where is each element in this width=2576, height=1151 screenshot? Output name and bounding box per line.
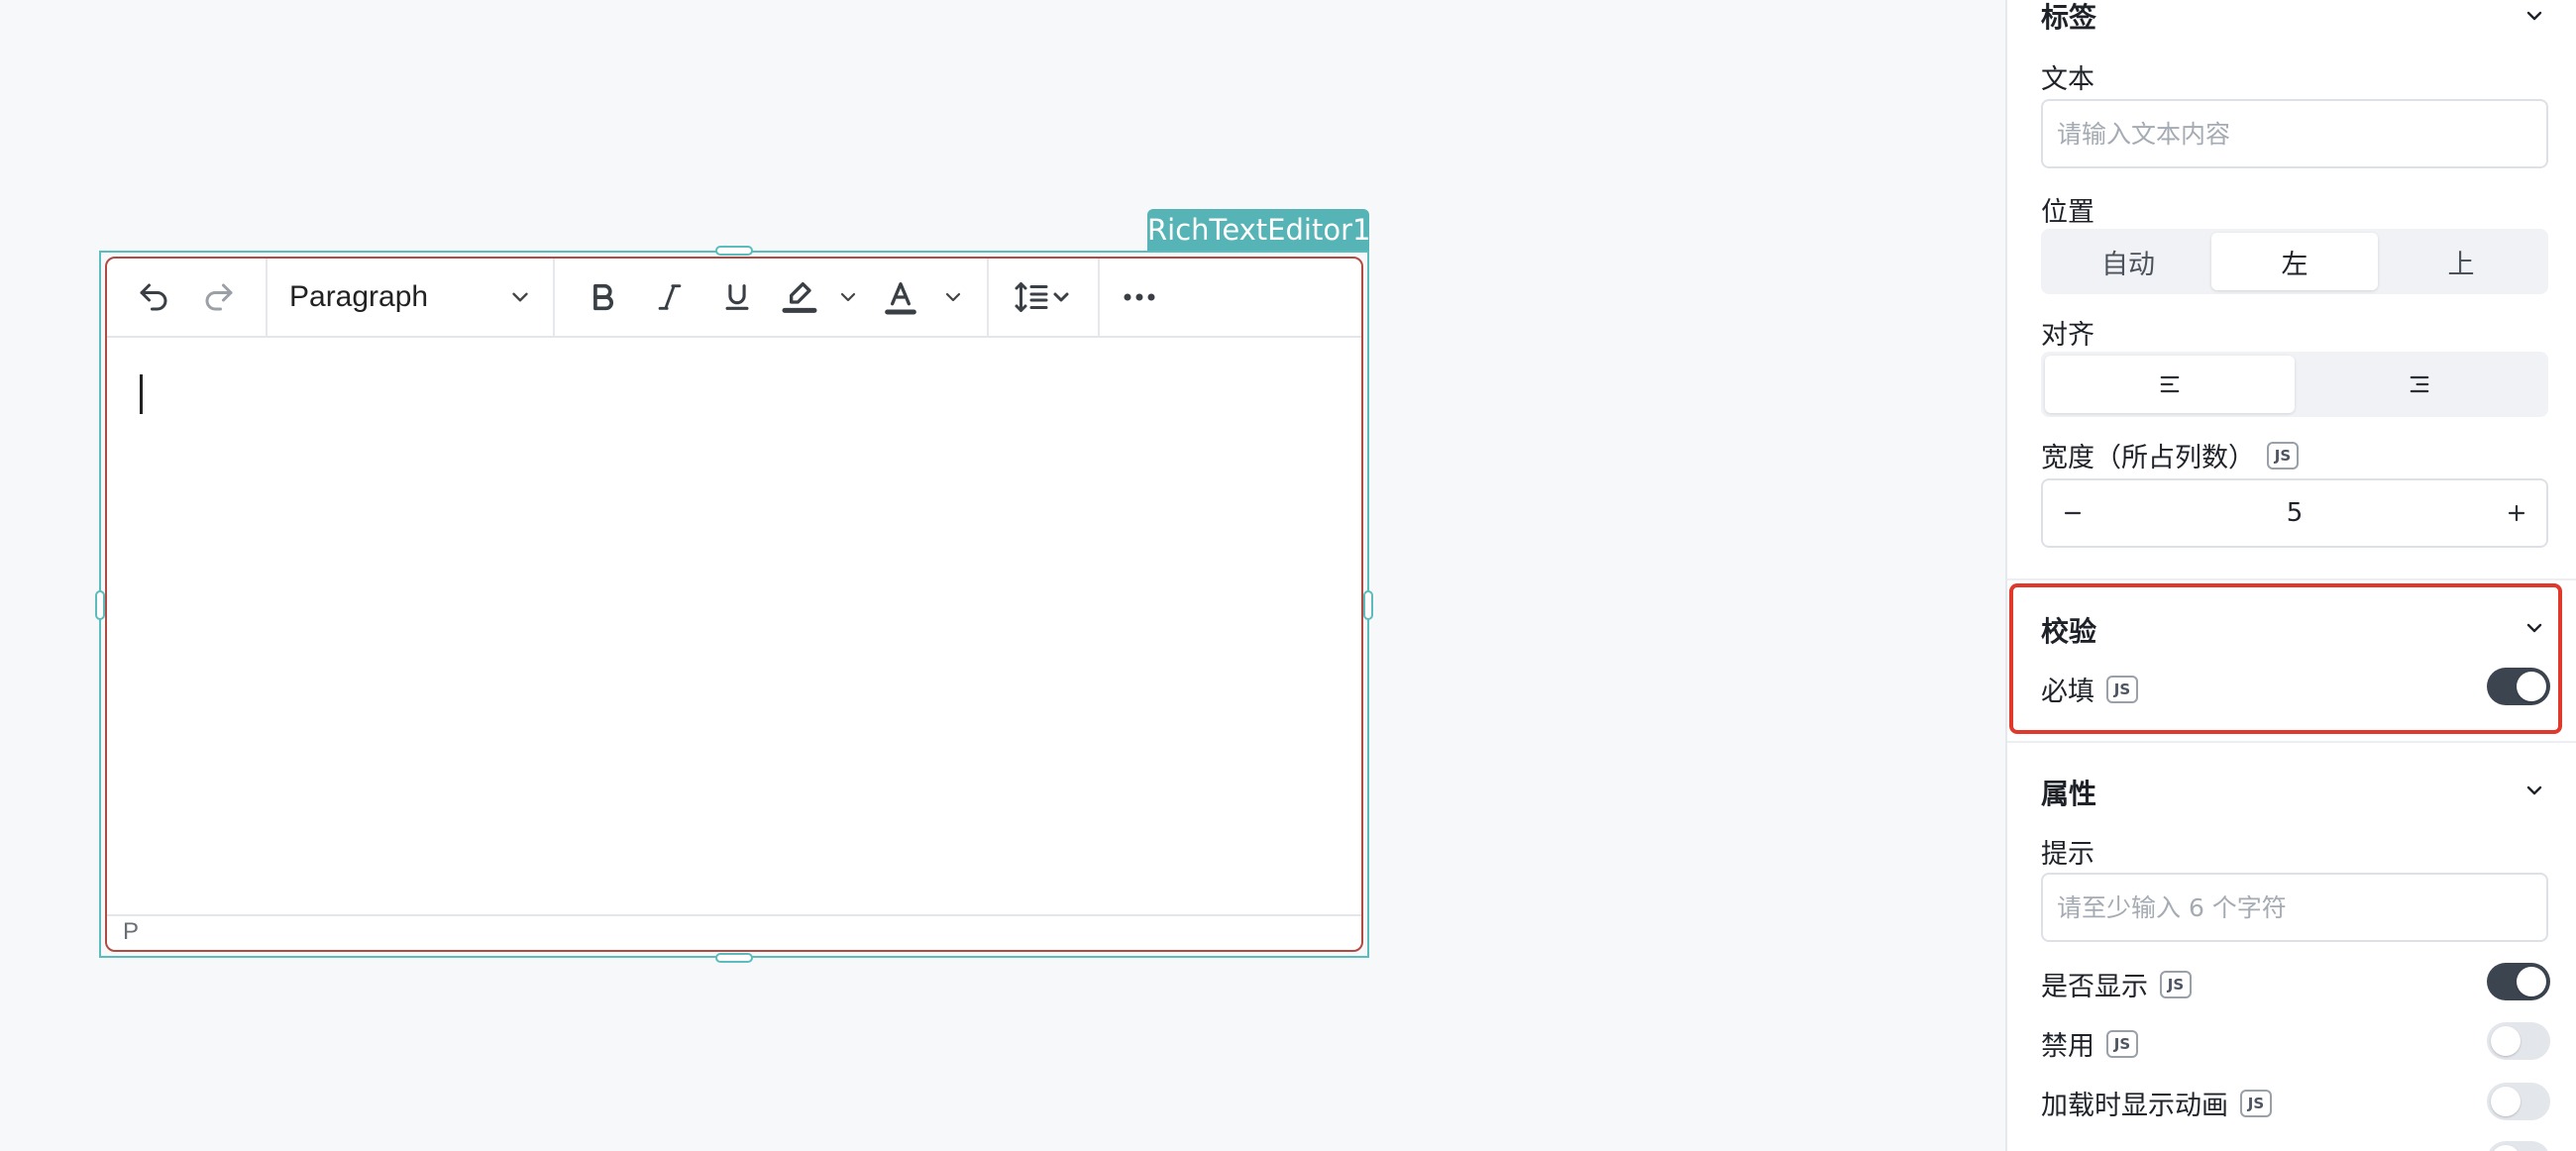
text-style-group xyxy=(555,259,989,337)
attributes-section-title[interactable]: 属性 xyxy=(2041,773,2096,812)
properties-panel: 标签 文本 位置 自动 左 上 对齐 宽度（所占列数） JS 5 校 xyxy=(2005,0,2576,1151)
text-color-button[interactable] xyxy=(868,269,933,325)
chevron-down-icon[interactable] xyxy=(2522,779,2546,802)
undo-button[interactable] xyxy=(121,269,186,325)
bold-button[interactable] xyxy=(569,269,636,325)
position-option-auto[interactable]: 自动 xyxy=(2045,233,2211,290)
block-format-select[interactable]: Paragraph xyxy=(281,269,539,325)
align-left-icon xyxy=(2160,375,2180,393)
resize-handle-bottom[interactable] xyxy=(715,953,753,963)
line-height-button[interactable] xyxy=(1003,269,1084,325)
visible-field-label: 是否显示 JS xyxy=(2041,965,2192,1003)
section-divider xyxy=(2007,741,2576,743)
rich-text-editor[interactable]: Paragraph P xyxy=(105,257,1363,952)
resize-handle-right[interactable] xyxy=(1363,590,1373,620)
more-button[interactable] xyxy=(1114,269,1165,325)
highlight-button[interactable] xyxy=(771,269,828,325)
text-color-dropdown[interactable] xyxy=(933,269,973,325)
block-format-group: Paragraph xyxy=(268,259,555,337)
plus-icon xyxy=(2508,504,2525,522)
js-badge[interactable]: JS xyxy=(2267,441,2299,470)
disabled-field-label: 禁用 JS xyxy=(2041,1024,2138,1063)
js-badge[interactable]: JS xyxy=(2240,1089,2272,1117)
resize-handle-top[interactable] xyxy=(715,246,753,256)
underline-icon xyxy=(725,284,749,310)
chevron-down-icon xyxy=(945,292,961,302)
italic-icon xyxy=(658,284,682,310)
toggle-knob xyxy=(2491,1145,2521,1151)
chevron-down-icon xyxy=(840,292,856,302)
align-option-left[interactable] xyxy=(2045,356,2295,413)
bold-icon xyxy=(593,283,613,311)
position-option-top[interactable]: 上 xyxy=(2378,233,2544,290)
history-group xyxy=(107,259,268,337)
toggle-knob xyxy=(2491,1087,2521,1116)
width-stepper: 5 xyxy=(2041,478,2548,548)
element-path[interactable]: P xyxy=(123,918,139,945)
partial-toggle[interactable] xyxy=(2487,1141,2550,1151)
section-divider xyxy=(2007,578,2576,580)
line-height-icon xyxy=(1015,282,1069,312)
loading-animation-field-label: 加载时显示动画 JS xyxy=(2041,1084,2272,1122)
component-name-tag[interactable]: RichTextEditor1 xyxy=(1147,209,1370,251)
text-caret xyxy=(140,374,143,414)
editor-statusbar: P xyxy=(107,914,1361,950)
resize-handle-left[interactable] xyxy=(95,590,105,620)
hint-input[interactable] xyxy=(2041,873,2548,942)
editor-content-area[interactable] xyxy=(107,338,1361,918)
redo-icon xyxy=(205,283,233,311)
highlighter-icon xyxy=(782,282,817,313)
align-right-icon xyxy=(2410,375,2429,393)
chevron-down-icon[interactable] xyxy=(2522,4,2546,28)
width-field-label: 宽度（所占列数） JS xyxy=(2041,436,2299,474)
more-icon xyxy=(1124,293,1155,301)
more-group xyxy=(1100,259,1179,337)
validation-highlight-box xyxy=(2009,583,2562,734)
undo-icon xyxy=(140,283,167,311)
js-badge[interactable]: JS xyxy=(2106,1029,2138,1058)
chevron-down-icon xyxy=(512,292,528,302)
position-segmented-control: 自动 左 上 xyxy=(2041,229,2548,294)
line-height-group xyxy=(989,259,1100,337)
toggle-knob xyxy=(2517,967,2546,996)
italic-button[interactable] xyxy=(636,269,703,325)
hint-field-label: 提示 xyxy=(2041,839,2094,870)
loading-animation-toggle[interactable] xyxy=(2487,1083,2550,1120)
position-field-label: 位置 xyxy=(2041,197,2094,228)
position-option-left[interactable]: 左 xyxy=(2211,233,2378,290)
increment-button[interactable] xyxy=(2487,480,2546,546)
minus-icon xyxy=(2064,511,2082,515)
visible-toggle[interactable] xyxy=(2487,963,2550,1000)
design-canvas[interactable]: RichTextEditor1 Paragraph P xyxy=(0,0,2003,1151)
block-format-value: Paragraph xyxy=(289,280,429,313)
decrement-button[interactable] xyxy=(2043,480,2102,546)
align-option-right[interactable] xyxy=(2295,356,2544,413)
label-section-title[interactable]: 标签 xyxy=(2041,0,2096,36)
align-field-label: 对齐 xyxy=(2041,320,2094,351)
width-value[interactable]: 5 xyxy=(2102,498,2487,528)
align-segmented-control xyxy=(2041,352,2548,417)
redo-button[interactable] xyxy=(186,269,252,325)
underline-button[interactable] xyxy=(703,269,771,325)
toggle-knob xyxy=(2491,1026,2521,1056)
label-text-input[interactable] xyxy=(2041,99,2548,168)
highlight-dropdown[interactable] xyxy=(828,269,868,325)
editor-toolbar: Paragraph xyxy=(107,259,1361,338)
disabled-toggle[interactable] xyxy=(2487,1022,2550,1060)
text-color-icon xyxy=(885,282,916,315)
js-badge[interactable]: JS xyxy=(2160,970,2192,998)
text-field-label: 文本 xyxy=(2041,64,2094,95)
